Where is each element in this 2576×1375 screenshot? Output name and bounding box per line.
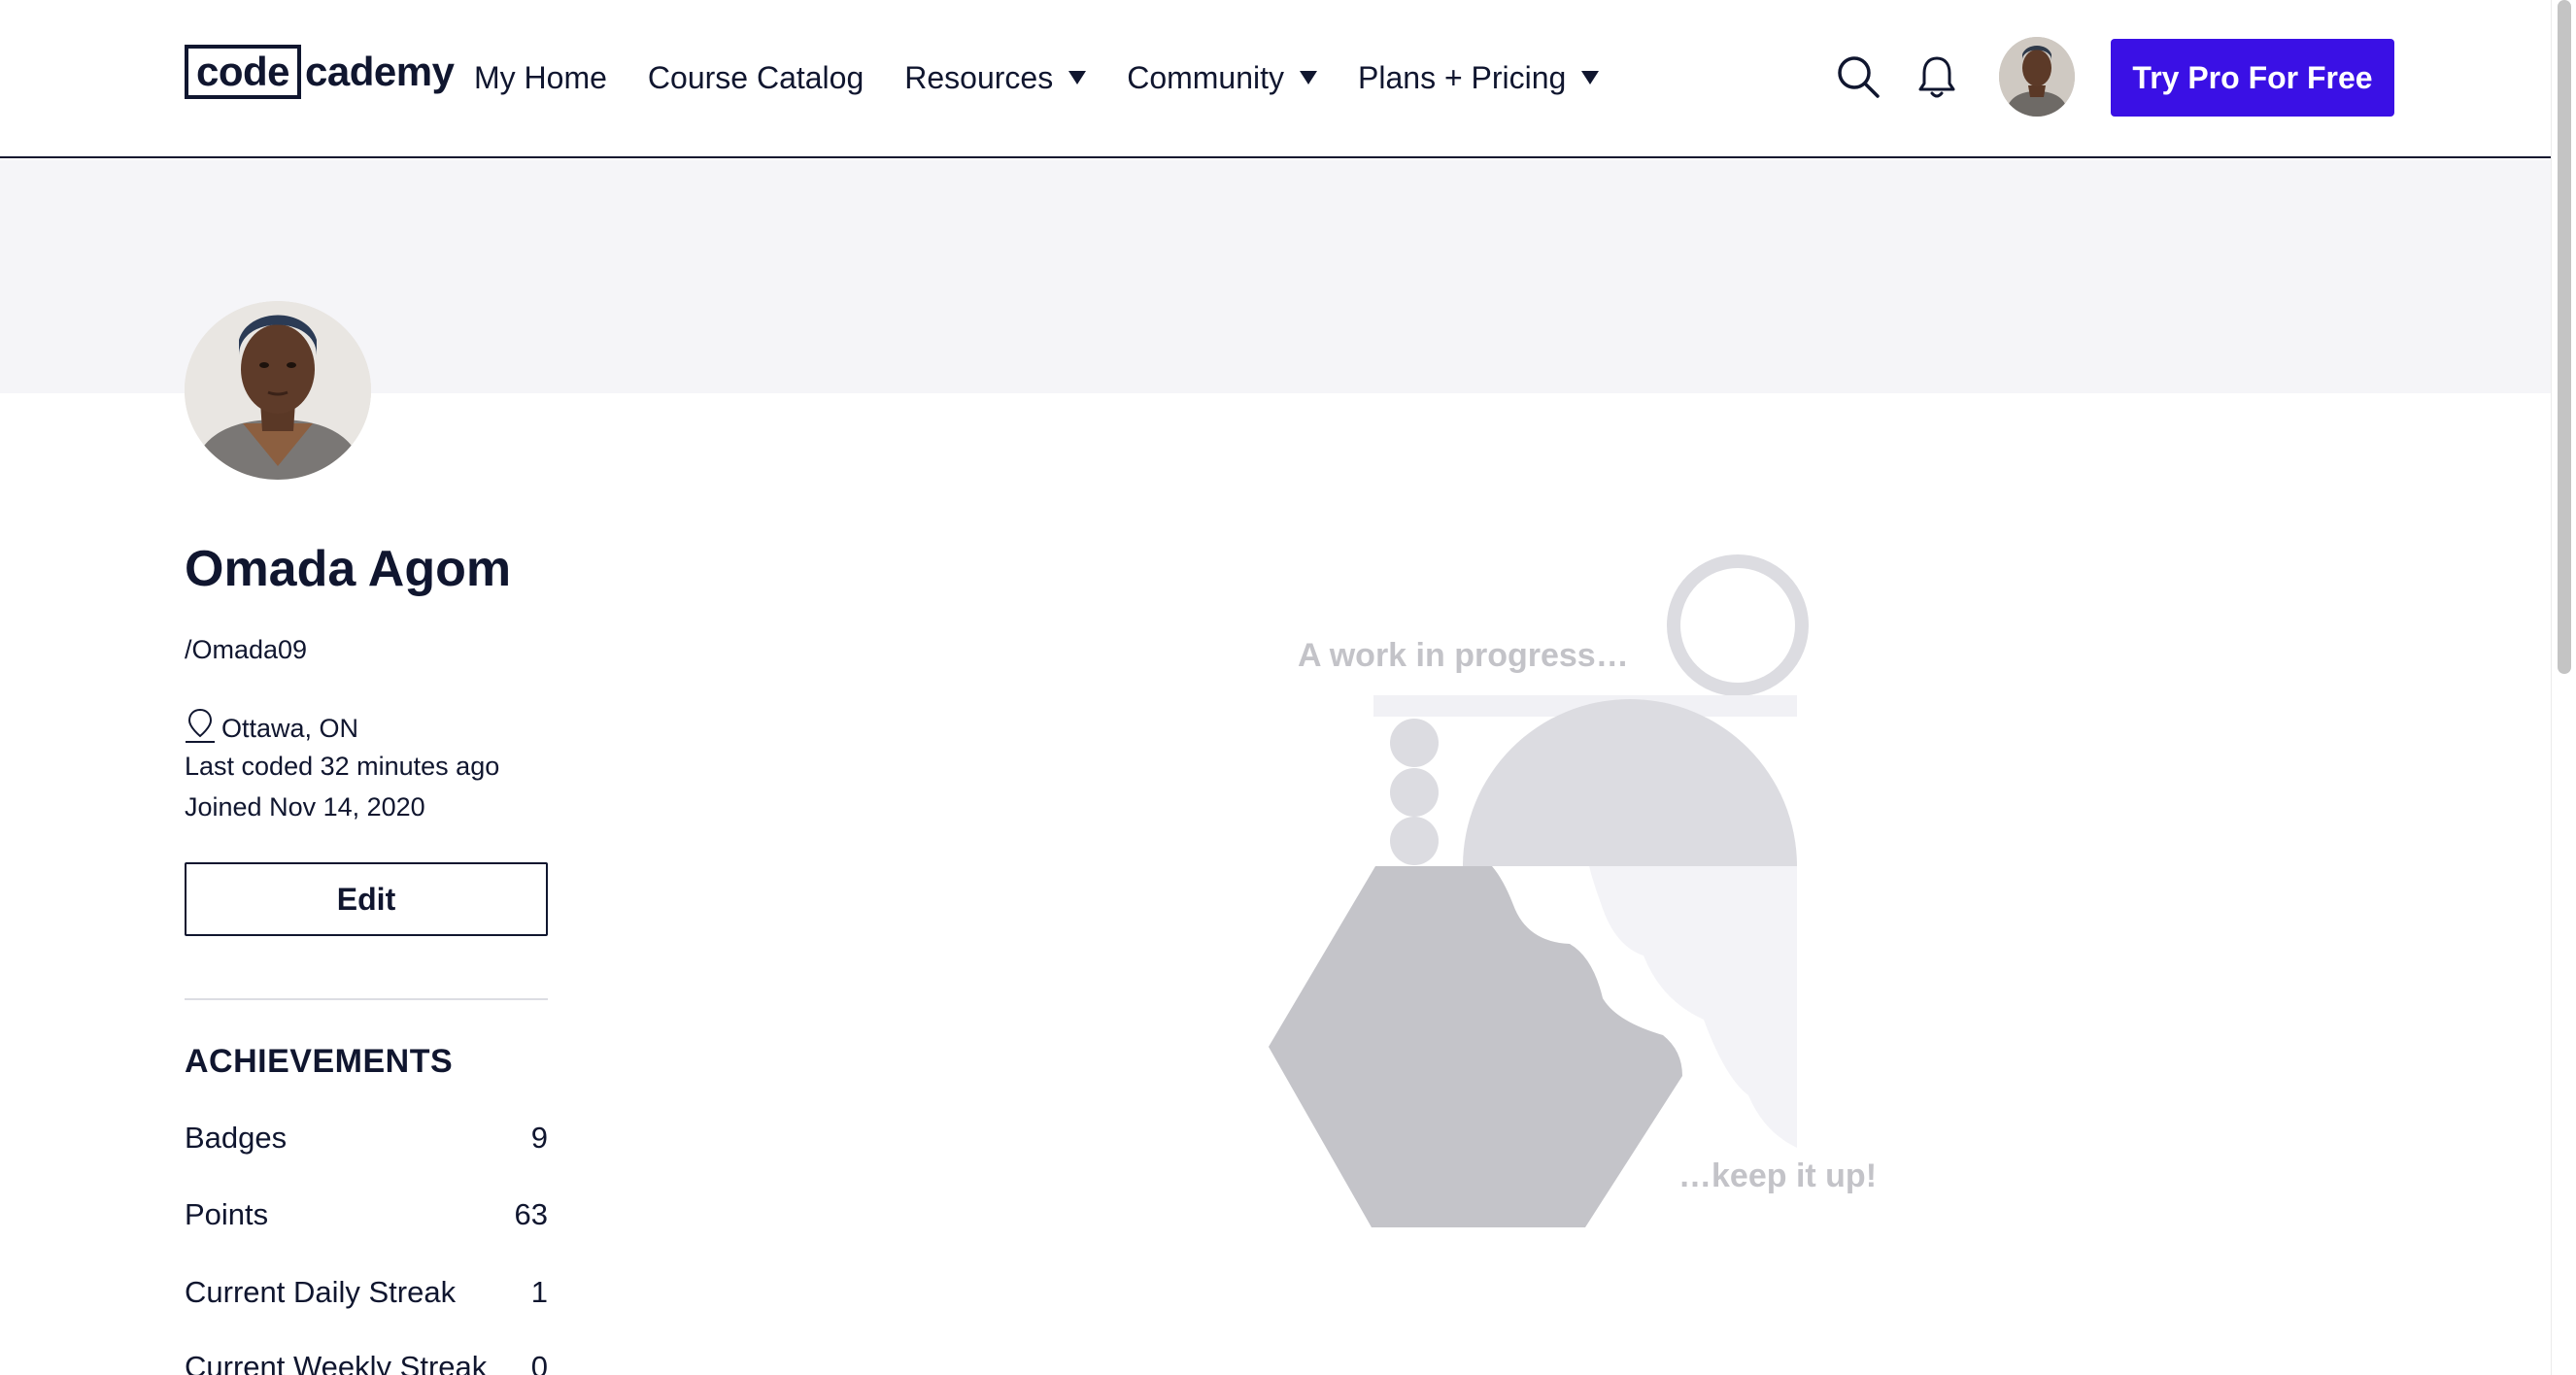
profile-last-coded: Last coded 32 minutes ago bbox=[185, 752, 500, 781]
nav-course-catalog[interactable]: Course Catalog bbox=[648, 60, 864, 96]
profile-avatar bbox=[185, 301, 371, 480]
user-avatar[interactable] bbox=[1999, 37, 2075, 117]
bell-icon[interactable] bbox=[1917, 54, 1956, 99]
achievement-value: 1 bbox=[530, 1275, 548, 1309]
stacked-ball-shape bbox=[1390, 768, 1439, 817]
achievement-value: 63 bbox=[514, 1197, 548, 1231]
achievement-value: 0 bbox=[530, 1350, 548, 1375]
stacked-ball-shape bbox=[1390, 719, 1439, 767]
scrollbar-thumb[interactable] bbox=[2558, 0, 2571, 674]
profile-location: Ottawa, ON bbox=[185, 705, 358, 744]
caret-down-icon bbox=[1581, 71, 1600, 84]
nav-course-catalog-label: Course Catalog bbox=[647, 59, 864, 95]
achievement-row-points: Points 63 bbox=[185, 1193, 548, 1236]
profile-location-text: Ottawa, ON bbox=[221, 714, 359, 743]
achievement-label: Current Weekly Streak bbox=[185, 1350, 488, 1375]
profile-banner bbox=[0, 160, 2551, 393]
stacked-ball-shape bbox=[1390, 817, 1439, 865]
nav-my-home-label: My Home bbox=[474, 59, 607, 95]
caret-down-icon bbox=[1068, 71, 1087, 84]
achievements-heading: ACHIEVEMENTS bbox=[185, 1043, 454, 1080]
location-pin-icon bbox=[186, 708, 215, 743]
codecademy-logo[interactable]: code cademy bbox=[185, 45, 455, 99]
nav-resources-dropdown[interactable]: Resources bbox=[904, 59, 1087, 96]
nav-community-dropdown[interactable]: Community bbox=[1127, 59, 1318, 96]
nav-resources-label: Resources bbox=[904, 59, 1054, 95]
work-in-progress-illustration: A work in progress… …keep it up! bbox=[1263, 544, 1884, 1243]
achievement-value: 9 bbox=[530, 1121, 548, 1155]
logo-code-box: code bbox=[185, 45, 302, 99]
profile-name: Omada Agom bbox=[185, 541, 512, 597]
top-navigation: code cademy My Home Course Catalog Resou… bbox=[0, 0, 2551, 158]
achievement-label: Points bbox=[185, 1197, 269, 1231]
ring-shape bbox=[1667, 554, 1809, 696]
achievement-row-daily-streak: Current Daily Streak 1 bbox=[185, 1271, 548, 1314]
edit-profile-button[interactable]: Edit bbox=[185, 862, 548, 936]
illustration-top-text: A work in progress… bbox=[1298, 637, 1629, 674]
achievement-label: Badges bbox=[185, 1121, 288, 1155]
half-dome-shape bbox=[1463, 699, 1797, 866]
logo-cademy-text: cademy bbox=[305, 49, 455, 94]
nav-plans-pricing-label: Plans + Pricing bbox=[1358, 59, 1567, 95]
profile-joined-date: Joined Nov 14, 2020 bbox=[185, 792, 425, 822]
try-pro-button[interactable]: Try Pro For Free bbox=[2111, 39, 2394, 117]
illustration-bottom-text: …keep it up! bbox=[1678, 1157, 1877, 1194]
achievement-row-badges: Badges 9 bbox=[185, 1117, 548, 1159]
main-nav: My Home Course Catalog Resources Communi… bbox=[474, 54, 1600, 101]
nav-community-label: Community bbox=[1127, 59, 1285, 95]
caret-down-icon bbox=[1300, 71, 1318, 84]
nav-plans-pricing-dropdown[interactable]: Plans + Pricing bbox=[1358, 59, 1600, 96]
nav-my-home[interactable]: My Home bbox=[474, 60, 607, 96]
achievement-row-weekly-streak: Current Weekly Streak 0 bbox=[185, 1346, 548, 1375]
section-divider bbox=[185, 998, 548, 1000]
achievement-label: Current Daily Streak bbox=[185, 1275, 457, 1309]
search-icon[interactable] bbox=[1836, 54, 1881, 99]
profile-username: /Omada09 bbox=[185, 635, 308, 664]
